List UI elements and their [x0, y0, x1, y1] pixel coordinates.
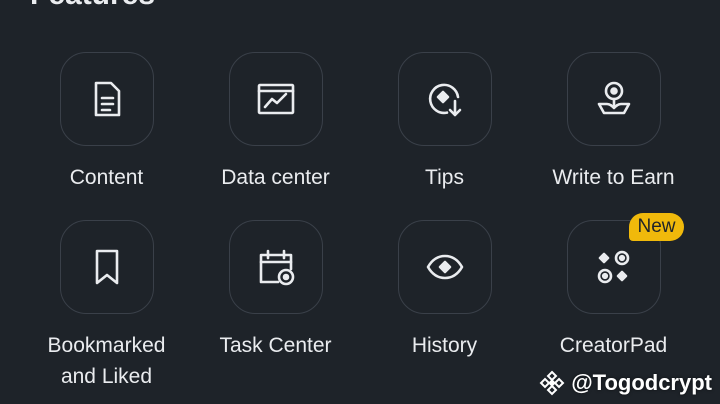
tips-icon: [428, 83, 461, 117]
calendar-icon: [259, 249, 294, 286]
eye-icon: [426, 254, 463, 280]
watermark-text: @Togodcrypt: [571, 370, 712, 395]
feature-bookmarked-liked[interactable]: Bookmarked and Liked: [22, 220, 191, 392]
feature-icon-box: [59, 220, 154, 314]
document-icon: [94, 81, 120, 117]
feature-data-center[interactable]: Data center: [191, 52, 360, 193]
new-badge: New: [629, 213, 684, 241]
feature-label: Write to Earn: [552, 166, 675, 189]
feature-content[interactable]: Content: [22, 52, 191, 193]
feature-tips[interactable]: Tips: [360, 52, 529, 193]
feature-label: Content: [69, 166, 144, 189]
feature-icon-box: [397, 52, 492, 146]
feature-icon-box: New: [566, 213, 684, 314]
binance-logo-icon: [539, 370, 565, 396]
feature-label: Task Center: [219, 334, 332, 357]
feature-label: CreatorPad: [559, 334, 668, 357]
feature-history[interactable]: History: [360, 220, 529, 361]
feature-label: Data center: [221, 166, 330, 189]
feature-icon-box: [397, 220, 492, 314]
creatorpad-icon: [597, 250, 629, 284]
feature-icon-box: [228, 220, 323, 314]
features-grid: Content Data center Tips Write to Earn B…: [0, 0, 720, 404]
feature-icon-box: [59, 52, 154, 146]
earn-icon: [597, 81, 630, 115]
bookmark-icon: [95, 249, 118, 285]
feature-icon-box: [228, 52, 323, 146]
feature-label: Tips: [425, 166, 464, 189]
feature-creatorpad[interactable]: New CreatorPad: [529, 213, 698, 361]
feature-write-to-earn[interactable]: Write to Earn: [529, 52, 698, 193]
watermark: @Togodcrypt: [539, 370, 712, 396]
feature-label: History: [411, 334, 478, 357]
feature-task-center[interactable]: Task Center: [191, 220, 360, 361]
chart-icon: [257, 83, 294, 115]
feature-label: Bookmarked and Liked: [47, 334, 166, 388]
feature-icon-box: [566, 52, 661, 146]
